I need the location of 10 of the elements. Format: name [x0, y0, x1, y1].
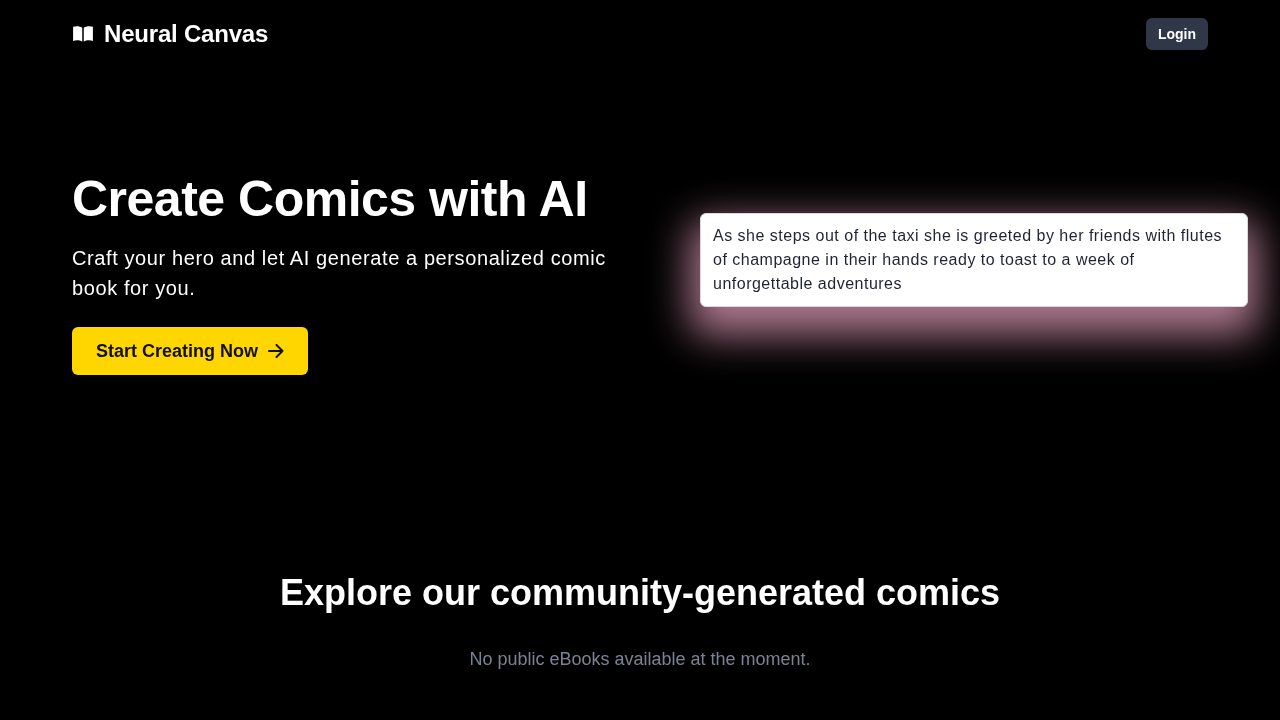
arrow-right-icon [268, 344, 285, 358]
open-book-icon [72, 25, 94, 43]
hero-title: Create Comics with AI [72, 170, 589, 229]
brand-name: Neural Canvas [104, 20, 269, 48]
story-text-card: As she steps out of the taxi she is greeted by her friends with flutes of champagne in their hands ready to toast to a week of unforgettable adventures [700, 213, 1248, 307]
empty-message: No public eBooks available at the moment. [468, 649, 812, 670]
login-button[interactable]: Login [1145, 18, 1208, 50]
hero-subtitle: Craft your hero and let AI generate a personalized comic book for you. [72, 246, 607, 301]
start-creating-button[interactable]: Start Creating Now [72, 327, 309, 375]
community-title: Explore our community-generated comics [278, 571, 1002, 615]
